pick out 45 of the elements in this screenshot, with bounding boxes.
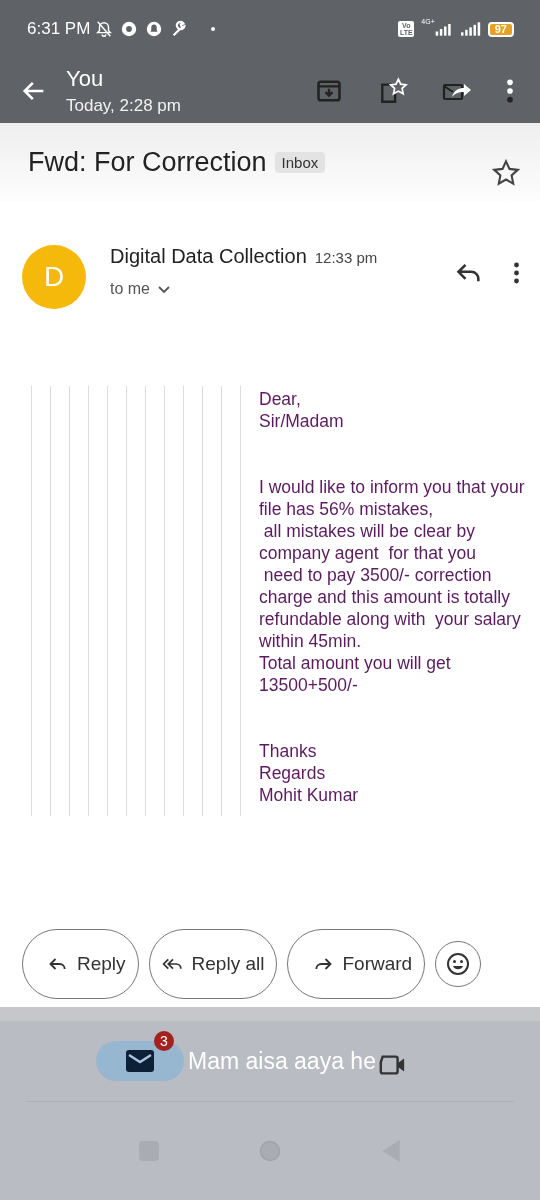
video-camera-icon[interactable]	[377, 1054, 406, 1076]
chevron-down-icon[interactable]	[158, 286, 170, 294]
signal-icon	[433, 22, 454, 36]
message-line: I would like to inform you that your	[259, 476, 525, 498]
more-options-icon[interactable]	[506, 77, 514, 104]
message-line: all mistakes will be clear by	[262, 520, 476, 542]
recipient-text: to me	[110, 280, 150, 298]
message-line: 13500+500/-	[259, 674, 359, 696]
dot-icon	[211, 27, 216, 31]
forward-button[interactable]: Forward	[287, 929, 426, 999]
reply-all-button[interactable]: Reply all	[148, 929, 278, 999]
battery-icon: 97	[487, 21, 514, 37]
more-options-icon[interactable]	[513, 261, 520, 285]
message-line: Thanks	[259, 740, 318, 762]
message-line: company agent for that you	[259, 542, 477, 564]
inbox-label[interactable]: Inbox	[274, 151, 326, 173]
message-line: charge and this amount is totally	[259, 586, 511, 608]
wrench-icon	[170, 20, 189, 38]
status-time: 6:31 PM	[27, 19, 91, 39]
message-line: Total amount you will get	[259, 652, 452, 674]
notifications-off-icon	[95, 20, 114, 38]
message-line: Mohit Kumar	[259, 784, 360, 806]
mail-icon	[126, 1050, 154, 1072]
message-line: refundable along with your salary	[259, 608, 522, 630]
message-time: 12:33 pm	[314, 249, 378, 266]
message-line: need to pay 3500/- correction	[262, 564, 493, 586]
conversation-title: You	[66, 65, 105, 92]
conversation-date: Today, 2:28 pm	[66, 95, 182, 116]
chat-message: Mam aisa aaya he	[188, 1047, 376, 1075]
message-line: Sir/Madam	[259, 410, 345, 432]
star-icon[interactable]	[492, 159, 520, 187]
message-line: within 45min.	[259, 630, 363, 652]
notification-badge: 3	[154, 1031, 174, 1051]
bell-icon	[145, 20, 164, 38]
emoji-button[interactable]	[435, 941, 482, 987]
message-line: file has 56% mistakes,	[259, 498, 435, 520]
message-line: Regards	[259, 762, 327, 784]
avatar: D	[22, 245, 86, 309]
sender-name: Digital Data Collection	[110, 245, 307, 268]
reply-button[interactable]: Reply	[22, 929, 139, 999]
smiley-icon	[446, 952, 471, 976]
signal-icon	[460, 22, 481, 36]
browser-icon	[120, 20, 139, 38]
message-line: Dear,	[259, 388, 302, 410]
email-subject: Fwd: For Correction	[28, 146, 267, 178]
